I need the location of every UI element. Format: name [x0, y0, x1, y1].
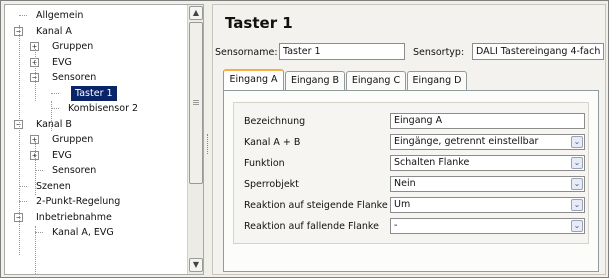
chevron-down-icon[interactable]: ⌄ — [571, 157, 583, 169]
tree-item-label: Gruppen — [52, 134, 94, 145]
tab-eingang-a[interactable]: Eingang A — [223, 69, 284, 90]
field-value: - — [394, 220, 398, 231]
tab-content: Bezeichnung Eingang A Kanal A + B Eingänge,… — [223, 90, 599, 272]
tree-item-label: Inbetriebnahme — [36, 211, 112, 223]
form-label: Reaktion auf steigende Flanke — [244, 200, 388, 211]
tree-item-label: Kombisensor 2 — [68, 103, 139, 114]
tree-item[interactable]: 2-Punkt-Regelung — [5, 194, 185, 209]
properties-panel: Taster 1 Sensorname: Taster 1 Sensortyp:… — [212, 4, 606, 275]
chevron-up-icon[interactable]: ▲ — [189, 6, 203, 20]
tree-item[interactable]: + EVG — [5, 148, 185, 163]
tree-item[interactable]: − Inbetriebnahme — [5, 210, 185, 225]
tree-item-label: Taster 1 — [71, 85, 117, 101]
form-label: Sperrobjekt — [244, 179, 299, 190]
tree-item[interactable]: Allgemein — [5, 8, 185, 23]
form-label: Bezeichnung — [244, 116, 306, 127]
chevron-down-icon[interactable]: ⌄ — [571, 136, 583, 148]
tree-item[interactable]: Kanal A, EVG — [5, 225, 185, 240]
tree-item-label: Gruppen — [52, 41, 94, 52]
field-value: Eingang A — [394, 115, 443, 126]
sensorname-field[interactable]: Taster 1 — [279, 43, 405, 60]
tree-item[interactable]: Kombisensor 2 — [5, 101, 185, 116]
chevron-down-icon[interactable]: ⌄ — [571, 199, 583, 211]
tree-item-label: EVG — [52, 149, 72, 161]
tree-item[interactable]: − Sensoren — [5, 70, 185, 85]
chevron-down-icon[interactable]: ⌄ — [571, 220, 583, 232]
tree-item-label: Kanal A — [36, 25, 72, 37]
dropdown-select[interactable]: Nein ⌄ — [390, 176, 585, 192]
navigation-tree[interactable]: Allgemein − Kanal A + Gruppen + EVG − Sensoren Ta… — [4, 4, 204, 275]
tree-item-label: EVG — [52, 56, 72, 68]
tree-item-label: Allgemein — [36, 10, 84, 21]
tree-scrollbar[interactable]: ▲ ▼ — [187, 5, 203, 274]
window-frame: Allgemein − Kanal A + Gruppen + EVG − Sensoren Ta… — [0, 0, 609, 278]
tree-item[interactable]: + Gruppen — [5, 132, 185, 147]
tree-item-label: Kanal B — [36, 118, 72, 130]
sensortyp-field: DALI Tastereingang 4-fach — [472, 43, 604, 60]
tab-eingang-b[interactable]: Eingang B — [285, 71, 345, 90]
tree-item[interactable]: − Kanal A — [5, 24, 185, 39]
field-value: Schalten Flanke — [394, 157, 470, 168]
page-title: Taster 1 — [225, 14, 293, 32]
tree-item-label: Kanal A, EVG — [52, 227, 114, 238]
sensortyp-label: Sensortyp: — [413, 47, 465, 58]
sensorname-label: Sensorname: — [215, 47, 278, 58]
tree-item[interactable]: + Gruppen — [5, 39, 185, 54]
field-value: Um — [394, 199, 411, 210]
tree-item[interactable]: − Kanal B — [5, 117, 185, 132]
tree-item-label: Sensoren — [52, 72, 97, 83]
form-label: Funktion — [244, 158, 285, 169]
tree-item[interactable]: Sensoren — [5, 163, 185, 178]
tree-item[interactable]: + EVG — [5, 55, 185, 70]
tree-item-label: Sensoren — [52, 165, 97, 176]
field-value: Nein — [394, 178, 416, 189]
dropdown-select[interactable]: - ⌄ — [390, 218, 585, 234]
form-label: Kanal A + B — [244, 137, 301, 148]
text-input[interactable]: Eingang A — [390, 113, 585, 129]
panel-splitter[interactable] — [205, 4, 211, 275]
dropdown-select[interactable]: Schalten Flanke ⌄ — [390, 155, 585, 171]
tree-item-label: 2-Punkt-Regelung — [36, 196, 121, 207]
dropdown-select[interactable]: Eingänge, getrennt einstellbar ⌄ — [390, 134, 585, 150]
tree-item[interactable]: Szenen — [5, 179, 185, 194]
tree-item-label: Szenen — [36, 180, 71, 192]
tab-eingang-c[interactable]: Eingang C — [346, 71, 406, 90]
form-label: Reaktion auf fallende Flanke — [244, 221, 379, 232]
tree-item[interactable]: Taster 1 — [5, 85, 185, 101]
field-value: Eingänge, getrennt einstellbar — [394, 136, 539, 147]
chevron-down-icon[interactable]: ⌄ — [571, 178, 583, 190]
dropdown-select[interactable]: Um ⌄ — [390, 197, 585, 213]
scrollbar-thumb[interactable] — [189, 22, 203, 184]
chevron-down-icon[interactable]: ▼ — [189, 258, 203, 272]
parameter-form: Bezeichnung Eingang A Kanal A + B Eingänge,… — [233, 102, 589, 244]
tab-eingang-d[interactable]: Eingang D — [407, 71, 467, 90]
